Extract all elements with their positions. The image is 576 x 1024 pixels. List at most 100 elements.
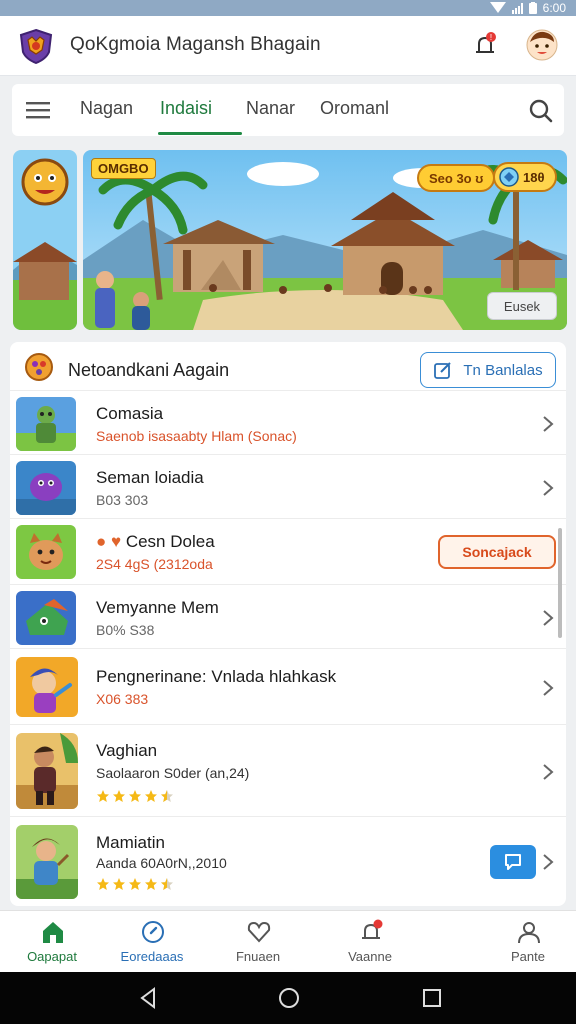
signal-icon — [511, 2, 523, 14]
section-action-label: Tn Banlalas — [463, 361, 543, 379]
half-star-icon — [161, 790, 173, 802]
gem-icon — [499, 167, 519, 187]
tab-nagan[interactable]: Nagan — [80, 98, 133, 119]
featured-banner[interactable]: OMGBO Seo 3o ʊ 18θ Eusek — [83, 150, 567, 330]
star-icon — [97, 878, 109, 890]
bottom-navigation: Oapapat Eoredaaas Fnuaen Vaanne Pante — [0, 910, 576, 972]
chevron-right-icon — [543, 854, 554, 870]
rating-stars — [96, 789, 174, 803]
chevron-right-icon — [543, 764, 554, 780]
chevron-right-icon — [543, 680, 554, 696]
edit-icon — [434, 362, 452, 379]
nav-item-profile[interactable]: Pante — [478, 911, 576, 973]
chevron-right-icon — [543, 610, 554, 626]
banner-gem-pill[interactable]: 18θ — [493, 162, 557, 192]
star-icon — [129, 790, 141, 802]
nav-label: Fnuaen — [235, 949, 281, 964]
game-list-card: Netoandkani Aagain Tn Banlalas Comasia S… — [10, 342, 566, 906]
nav-label: Pante — [511, 949, 545, 964]
game-thumbnail — [16, 591, 76, 645]
nav-item-explore[interactable]: Eoredaaas — [102, 911, 202, 973]
star-icon — [113, 790, 125, 802]
list-item-title: Pengnerinane: Vnlada hlahkask — [96, 667, 337, 686]
list-item[interactable]: Mamiatin Aanda 60A0rN,,2010 — [10, 816, 566, 906]
status-time: 6:00 — [542, 1, 566, 15]
list-item[interactable]: Pengnerinane: Vnlada hlahkask X06 383 — [10, 648, 566, 724]
app-logo — [19, 28, 53, 64]
nav-item-notifications[interactable]: Vaanne — [320, 911, 420, 973]
star-icon — [113, 878, 125, 890]
banner-action-button[interactable]: Eusek — [487, 292, 557, 320]
chevron-right-icon — [543, 416, 554, 432]
status-bar: 6:00 — [0, 0, 576, 16]
home-circle-icon[interactable] — [277, 986, 301, 1010]
banner-gem-value: 18θ — [523, 169, 545, 185]
rating-stars — [96, 877, 174, 891]
list-item[interactable]: Vaghian Saolaaron S0der (an,24) — [10, 724, 566, 816]
half-star-icon — [161, 878, 173, 890]
app-header: QoKgmoia Magansh Bhagain ! — [0, 16, 576, 76]
search-icon[interactable] — [526, 96, 554, 124]
svg-text:!: ! — [490, 33, 492, 42]
list-item-title: Seman loiadia — [96, 468, 204, 487]
list-item[interactable]: Vemyanne Mem B0% S38 — [10, 584, 566, 648]
list-item[interactable]: ● ♥ Cesn Dolea 2S4 4gS (2312oda Soncajac… — [10, 518, 566, 584]
star-icon — [145, 878, 157, 890]
section-icon — [25, 353, 53, 381]
list-item-subtitle: 2S4 4gS (2312oda — [96, 556, 213, 572]
game-thumbnail — [16, 825, 78, 899]
tab-indaisi[interactable]: Indaisi — [160, 98, 212, 119]
game-thumbnail — [16, 461, 76, 515]
nav-label: Vaanne — [348, 949, 392, 964]
banner-prev-slide[interactable] — [13, 150, 77, 330]
active-tab-indicator — [158, 132, 242, 135]
menu-icon[interactable] — [26, 100, 50, 120]
list-item-title: Vaghian — [96, 741, 158, 760]
game-thumbnail — [16, 657, 78, 717]
app-title: QoKgmoia Magansh Bhagain — [70, 34, 321, 55]
list-item-title: Vemyanne Mem — [96, 598, 219, 617]
chevron-right-icon — [543, 480, 554, 496]
back-icon[interactable] — [136, 986, 160, 1010]
profile-icon — [518, 922, 540, 944]
home-icon — [43, 922, 63, 943]
list-item-title: Comasia — [96, 404, 164, 423]
notification-bell-icon[interactable]: ! — [470, 30, 500, 60]
list-item-subtitle: Saenob isasaabty Hlam (Sonac) — [96, 428, 297, 444]
recents-icon[interactable] — [420, 986, 444, 1010]
fire-icon: ● ♥ — [96, 532, 122, 551]
list-item-subtitle: Aanda 60A0rN,,2010 — [96, 855, 227, 871]
star-icon — [129, 878, 141, 890]
heart-icon — [247, 921, 271, 943]
game-thumbnail — [16, 525, 76, 579]
scrollbar[interactable] — [558, 528, 562, 638]
compass-icon — [142, 921, 164, 943]
game-thumbnail — [16, 397, 76, 451]
list-item-subtitle: B03 303 — [96, 492, 149, 508]
list-item-subtitle: B0% S38 — [96, 622, 155, 638]
chat-icon — [505, 854, 521, 870]
tab-oromanl[interactable]: Oromanl — [320, 98, 389, 119]
nav-item-favorites[interactable]: Fnuaen — [208, 911, 308, 973]
nav-label: Eoredaaas — [120, 949, 184, 964]
list-item-subtitle: X06 383 — [96, 691, 149, 707]
system-navigation-bar — [0, 972, 576, 1024]
list-item-subtitle: Saolaaron S0der (an,24) — [96, 765, 250, 781]
avatar-icon[interactable] — [526, 29, 558, 61]
battery-icon — [528, 2, 537, 14]
nav-item-home[interactable]: Oapapat — [2, 911, 102, 973]
banner-currency-pill[interactable]: Seo 3o ʊ — [417, 164, 496, 192]
tab-nanar[interactable]: Nanar — [246, 98, 295, 119]
list-item-action-button[interactable]: Soncajack — [438, 535, 556, 569]
wifi-icon — [489, 2, 506, 13]
game-thumbnail — [16, 733, 78, 809]
bell-icon — [362, 919, 383, 939]
nav-label: Oapapat — [27, 949, 77, 964]
chat-button[interactable] — [490, 845, 536, 879]
star-icon — [145, 790, 157, 802]
list-item[interactable]: Seman loiadia B03 303 — [10, 454, 566, 518]
section-title: Netoandkani Aagain — [68, 360, 230, 380]
section-action-button[interactable]: Tn Banlalas — [420, 352, 556, 388]
banner-badge: OMGBO — [91, 158, 156, 179]
list-item[interactable]: Comasia Saenob isasaabty Hlam (Sonac) — [10, 390, 566, 454]
